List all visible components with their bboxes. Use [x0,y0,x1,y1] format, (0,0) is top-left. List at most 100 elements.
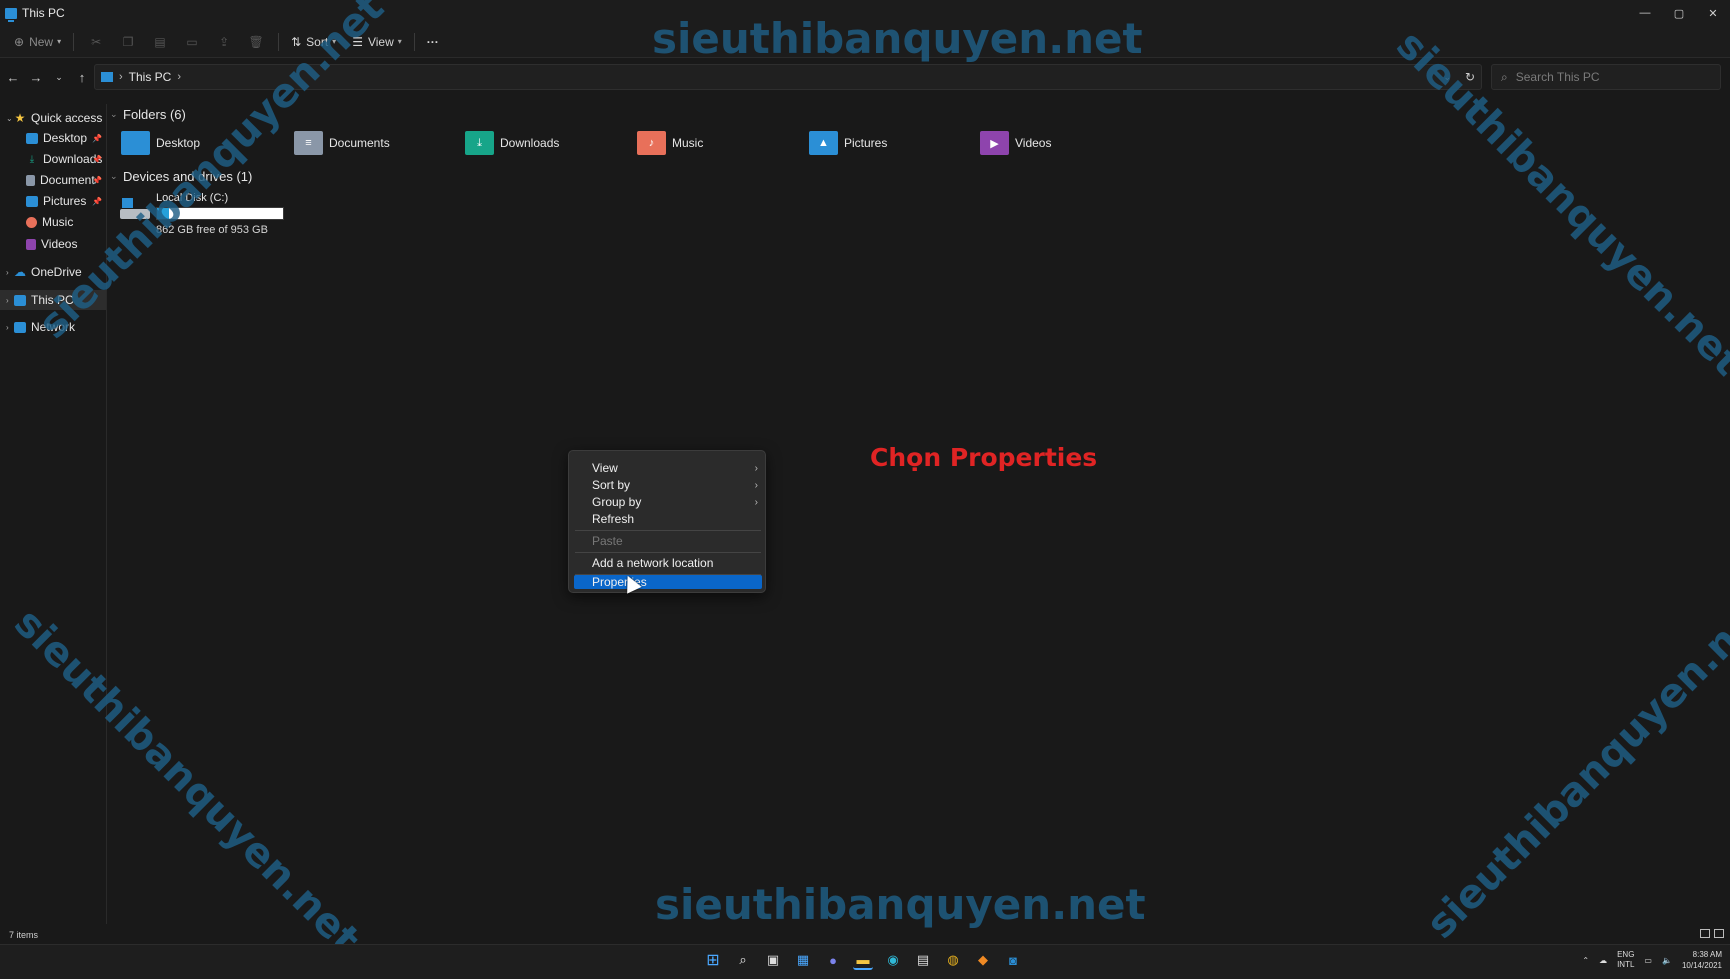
sidebar-item-label: Desktop [43,131,88,145]
chevron-right-icon: › [754,462,758,474]
forward-arrow-icon[interactable]: → [26,65,46,89]
folder-downloads[interactable]: ⤓ Downloads [465,128,559,158]
documents-icon [26,174,35,186]
navigation-pane: ⌄ ★ Quick access Desktop 📌 ⤓ Downloads 📌… [0,104,107,924]
menu-item-properties[interactable]: Properties [574,575,762,589]
search-input[interactable] [1515,70,1696,84]
search-box[interactable]: ⌕ [1491,64,1721,90]
chrome-icon[interactable]: ◍ [943,950,963,970]
chevron-right-icon: › [6,322,9,332]
clock-date: 10/14/2021 [1681,961,1722,970]
this-pc-icon [101,72,113,82]
edge-icon[interactable]: ◉ [883,950,903,970]
rename-icon[interactable]: ▭ [176,29,208,55]
chat-icon[interactable]: ● [823,950,843,970]
chevron-right-icon: › [119,71,123,83]
folder-label: Documents [329,136,390,150]
network-icon [14,321,26,333]
breadcrumb-this-pc[interactable]: This PC [129,70,172,84]
store-icon[interactable]: ▤ [913,950,933,970]
app-icon[interactable]: ◆ [973,950,993,970]
menu-item-refresh[interactable]: Refresh [574,511,762,527]
sidebar-item-label: Music [42,215,74,229]
delete-icon[interactable]: 🗑 [240,29,272,55]
start-windows-icon[interactable]: ⊞ [703,950,723,970]
pictures-folder-icon: ▲ [809,131,838,155]
sidebar-item-documents[interactable]: Documents 📌 [0,170,106,190]
documents-folder-icon: ≡ [294,131,323,155]
lang-line1: ENG [1617,950,1635,959]
sidebar-item-downloads[interactable]: ⤓ Downloads 📌 [0,149,106,169]
chevron-down-icon: ⌄ [110,109,118,119]
desktop-icon [26,132,38,144]
downloads-folder-icon: ⤓ [465,131,494,155]
sidebar-item-music[interactable]: Music [0,212,106,232]
menu-item-label: Paste [592,534,623,548]
language-indicator[interactable]: ENG INTL [1617,950,1634,970]
cloud-icon[interactable]: ☁ [1599,956,1607,965]
folder-label: Desktop [156,136,201,150]
folder-music[interactable]: ♪ Music [637,128,703,158]
chevron-down-icon: ⌄ [110,171,118,181]
menu-item-add-network-location[interactable]: Add a network location [574,555,762,571]
search-icon: ⌕ [1501,69,1508,84]
sidebar-item-pictures[interactable]: Pictures 📌 [0,191,106,211]
back-arrow-icon[interactable]: ← [3,65,23,89]
view-toggle [1700,929,1724,938]
zalo-icon[interactable]: ◙ [1003,950,1023,970]
pin-icon: 📌 [92,196,102,206]
chevron-down-icon: ▾ [57,37,62,46]
chevron-right-icon: › [6,267,9,277]
folders-section-header[interactable]: ⌄ Folders (6) [110,107,186,122]
recent-chevron-icon[interactable]: ⌄ [49,65,69,89]
sidebar-item-quick-access[interactable]: ⌄ ★ Quick access [0,108,106,128]
search-icon[interactable]: ⌕ [733,950,753,970]
menu-item-view[interactable]: View › [574,460,762,476]
chevron-up-icon[interactable]: ⌃ [1582,956,1589,965]
widgets-icon[interactable]: ▦ [793,950,813,970]
menu-item-sort-by[interactable]: Sort by › [574,477,762,493]
task-view-icon[interactable]: ▣ [763,950,783,970]
cut-icon[interactable]: ✂ [80,29,112,55]
pin-icon: 📌 [92,133,102,143]
chevron-right-icon[interactable]: › [177,71,181,83]
share-icon[interactable]: ⇪ [208,29,240,55]
folder-videos[interactable]: ▶ Videos [980,128,1051,158]
menu-item-paste[interactable]: Paste [574,533,762,549]
maximize-button[interactable]: ▢ [1662,0,1696,26]
lang-line2: INTL [1617,960,1635,969]
network-icon[interactable]: ▭ [1644,956,1652,965]
folder-label: Pictures [844,136,888,150]
clock[interactable]: 8:38 AM 10/14/2021 [1682,949,1722,971]
copy-icon[interactable]: ❐ [112,29,144,55]
context-menu: View › Sort by › Group by › Refresh Past… [568,450,766,593]
close-button[interactable]: ✕ [1696,0,1730,26]
sidebar-item-label: Pictures [43,194,87,208]
new-button[interactable]: ⊕ New ▾ [8,29,67,55]
sidebar-item-videos[interactable]: Videos [0,234,106,254]
folder-label: Videos [1015,136,1052,150]
chevron-right-icon: › [754,496,758,508]
folder-desktop[interactable]: Desktop [121,128,200,158]
chevron-right-icon: › [754,479,758,491]
menu-item-label: Group by [592,495,642,509]
large-icons-view-icon[interactable] [1714,929,1724,938]
videos-folder-icon: ▶ [980,131,1009,155]
details-view-icon[interactable] [1700,929,1710,938]
menu-item-label: Add a network location [592,556,714,570]
menu-item-group-by[interactable]: Group by › [574,494,762,510]
new-label: New [29,34,54,49]
sidebar-item-desktop[interactable]: Desktop 📌 [0,128,106,148]
sidebar-item-label: Documents [40,173,96,187]
paste-icon[interactable]: ▤ [144,29,176,55]
file-explorer-icon[interactable]: ▬ [853,950,873,970]
menu-divider [575,552,761,553]
folder-pictures[interactable]: ▲ Pictures [809,128,887,158]
more-options-button[interactable]: ··· [421,29,445,55]
up-arrow-icon[interactable]: ↑ [72,65,92,89]
folder-documents[interactable]: ≡ Documents [294,128,390,158]
chevron-right-icon: › [6,295,9,305]
volume-icon[interactable]: 🔈 [1662,956,1672,965]
chevron-down-icon: ⌄ [6,113,13,123]
minimize-button[interactable]: — [1628,0,1662,26]
